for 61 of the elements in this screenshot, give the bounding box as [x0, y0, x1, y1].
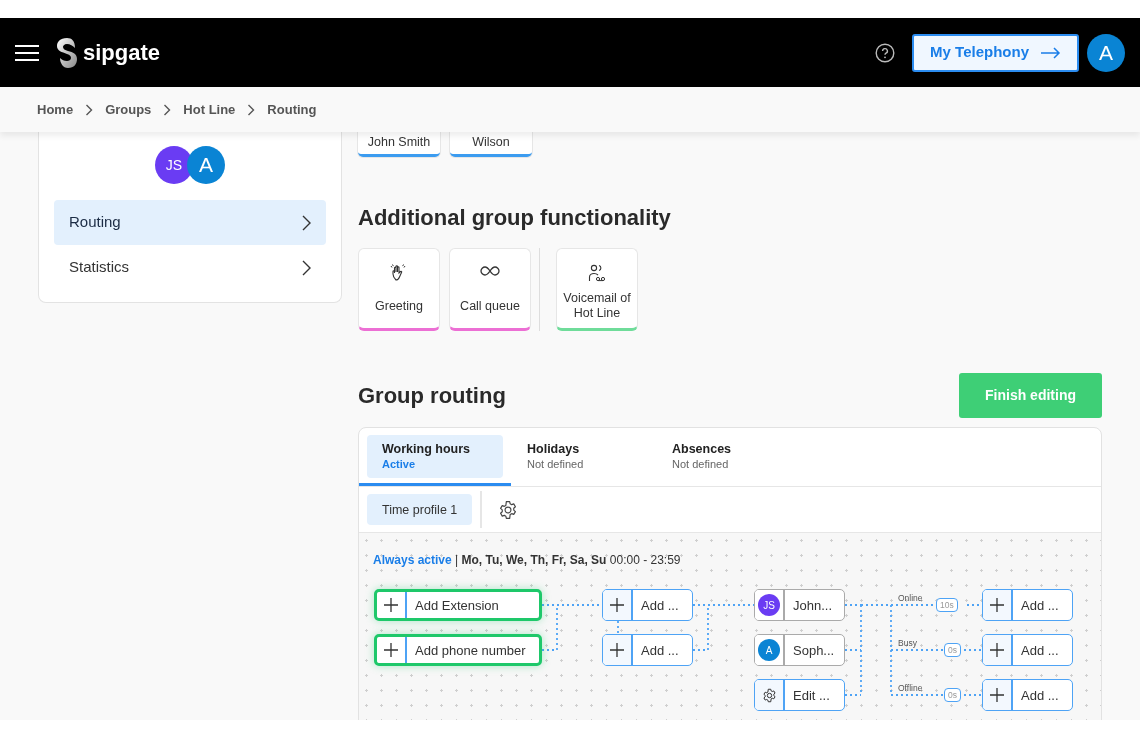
- breadcrumb-link[interactable]: Home: [37, 99, 74, 120]
- add-node[interactable]: Add ...: [602, 589, 693, 622]
- routing-tab[interactable]: Working hours Active: [367, 435, 503, 479]
- condition-label: Online: [898, 592, 923, 606]
- chevron-icon: [302, 259, 311, 276]
- add-node[interactable]: Add ...: [982, 679, 1073, 712]
- feature-card[interactable]: Call queue: [449, 248, 531, 332]
- add-button[interactable]: Add phone number: [374, 634, 542, 667]
- section-heading: Additional group functionality: [358, 205, 672, 232]
- connector-line: [617, 620, 619, 636]
- condition-label: Offline: [898, 682, 923, 696]
- delay-badge: 0s: [944, 643, 961, 658]
- people-icon: [588, 263, 606, 284]
- plus-icon: [990, 643, 1004, 658]
- chevron-icon: [247, 103, 256, 116]
- member-avatar: A: [187, 146, 225, 184]
- delay-badge: 0s: [944, 688, 961, 703]
- add-node[interactable]: Add ...: [602, 634, 693, 667]
- add-node[interactable]: Add ...: [982, 589, 1073, 622]
- member-card[interactable]: Wilson: [450, 132, 532, 157]
- chevron-icon: [302, 214, 311, 231]
- help-icon[interactable]: [875, 42, 896, 63]
- member-node[interactable]: A Soph...: [754, 634, 845, 667]
- routing-tab[interactable]: Holidays Not defined: [512, 435, 648, 479]
- breadcrumb-link[interactable]: Routing: [267, 99, 317, 120]
- user-avatar[interactable]: A: [1087, 33, 1125, 72]
- logo-icon: [55, 36, 79, 69]
- settings-icon: [761, 687, 777, 703]
- feature-card[interactable]: Greeting: [358, 248, 440, 332]
- condition-label: Busy: [898, 637, 917, 651]
- member-avatar: JS: [758, 594, 780, 617]
- infinity-icon: [480, 265, 500, 278]
- my-telephony-button[interactable]: My Telephony: [912, 33, 1079, 72]
- settings-node[interactable]: Edit ...: [754, 679, 845, 712]
- breadcrumb-link[interactable]: Groups: [105, 99, 152, 120]
- routing-tab[interactable]: Absences Not defined: [657, 435, 793, 479]
- chevron-icon: [163, 103, 172, 116]
- section-heading: Group routing: [358, 382, 506, 410]
- chevron-icon: [85, 103, 94, 116]
- breadcrumb-link[interactable]: Hot Line: [183, 99, 236, 120]
- sidebar-item[interactable]: Routing: [54, 200, 326, 245]
- member-node[interactable]: JS John...: [754, 589, 845, 622]
- sidebar-item[interactable]: Statistics: [54, 245, 326, 290]
- add-button[interactable]: Add Extension: [374, 589, 542, 622]
- plus-icon: [610, 598, 624, 613]
- plus-icon: [990, 598, 1004, 613]
- menu-icon[interactable]: [15, 43, 39, 62]
- member-card[interactable]: John Smith: [358, 132, 440, 157]
- arrow-icon: [1041, 46, 1061, 59]
- add-node[interactable]: Add ...: [982, 634, 1073, 667]
- delay-badge: 10s: [936, 598, 958, 613]
- member-avatar: A: [758, 639, 780, 662]
- logo-text: sipgate: [83, 39, 161, 67]
- schedule-text: Always active | Mo, Tu, We, Th, Fr, Sa, Su 00:00 - 23:59: [373, 552, 681, 570]
- time-profile-tab[interactable]: Time profile 1: [367, 494, 473, 526]
- feature-card[interactable]: Voicemail of Hot Line: [556, 248, 638, 332]
- settings-icon[interactable]: [498, 499, 519, 520]
- plus-icon: [384, 598, 398, 613]
- plus-icon: [384, 643, 398, 658]
- plus-icon: [610, 643, 624, 658]
- plus-icon: [990, 688, 1004, 703]
